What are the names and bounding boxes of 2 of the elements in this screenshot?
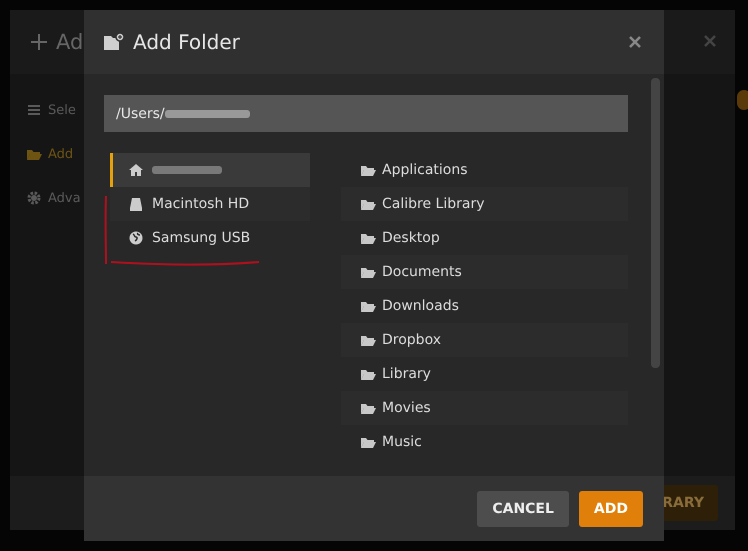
window-title: Ad [56,30,84,54]
dialog-title: Add Folder [133,30,240,54]
